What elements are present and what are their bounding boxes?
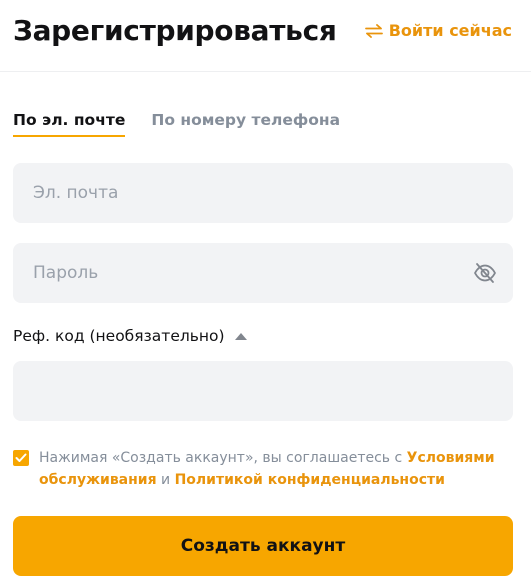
agreement-conjunction: и — [156, 472, 175, 488]
page-title: Зарегистрироваться — [13, 14, 337, 47]
login-now-label: Войти сейчас — [388, 21, 512, 40]
referral-code-label: Реф. код (необязательно) — [13, 327, 225, 345]
signup-page: Зарегистрироваться Войти сейчас По эл. п… — [0, 0, 531, 588]
referral-code-toggle[interactable]: Реф. код (необязательно) — [13, 327, 247, 345]
tab-phone[interactable]: По номеру телефона — [151, 111, 340, 137]
signup-method-tabs: По эл. почте По номеру телефона — [13, 111, 340, 137]
agreement-prefix: Нажимая «Создать аккаунт», вы соглашаете… — [39, 450, 407, 466]
agree-checkbox[interactable] — [13, 450, 29, 466]
email-field-container — [13, 163, 513, 223]
password-field[interactable] — [33, 263, 493, 283]
password-field-container — [13, 243, 513, 303]
agreement-text: Нажимая «Создать аккаунт», вы соглашаете… — [39, 447, 513, 491]
login-now-link[interactable]: Войти сейчас — [364, 21, 512, 40]
terms-agreement: Нажимая «Создать аккаунт», вы соглашаете… — [13, 447, 513, 491]
eye-hidden-icon[interactable] — [473, 262, 497, 288]
checkmark-icon — [15, 453, 27, 462]
create-account-button[interactable]: Создать аккаунт — [13, 516, 513, 576]
referral-field-container — [13, 361, 513, 421]
swap-arrows-icon — [364, 23, 383, 38]
referral-code-field[interactable] — [33, 381, 493, 401]
privacy-policy-link[interactable]: Политикой конфиденциальности — [175, 472, 445, 488]
email-field[interactable] — [33, 183, 493, 203]
caret-up-icon — [234, 332, 247, 340]
tab-email[interactable]: По эл. почте — [13, 111, 126, 137]
header: Зарегистрироваться Войти сейчас — [0, 0, 531, 72]
